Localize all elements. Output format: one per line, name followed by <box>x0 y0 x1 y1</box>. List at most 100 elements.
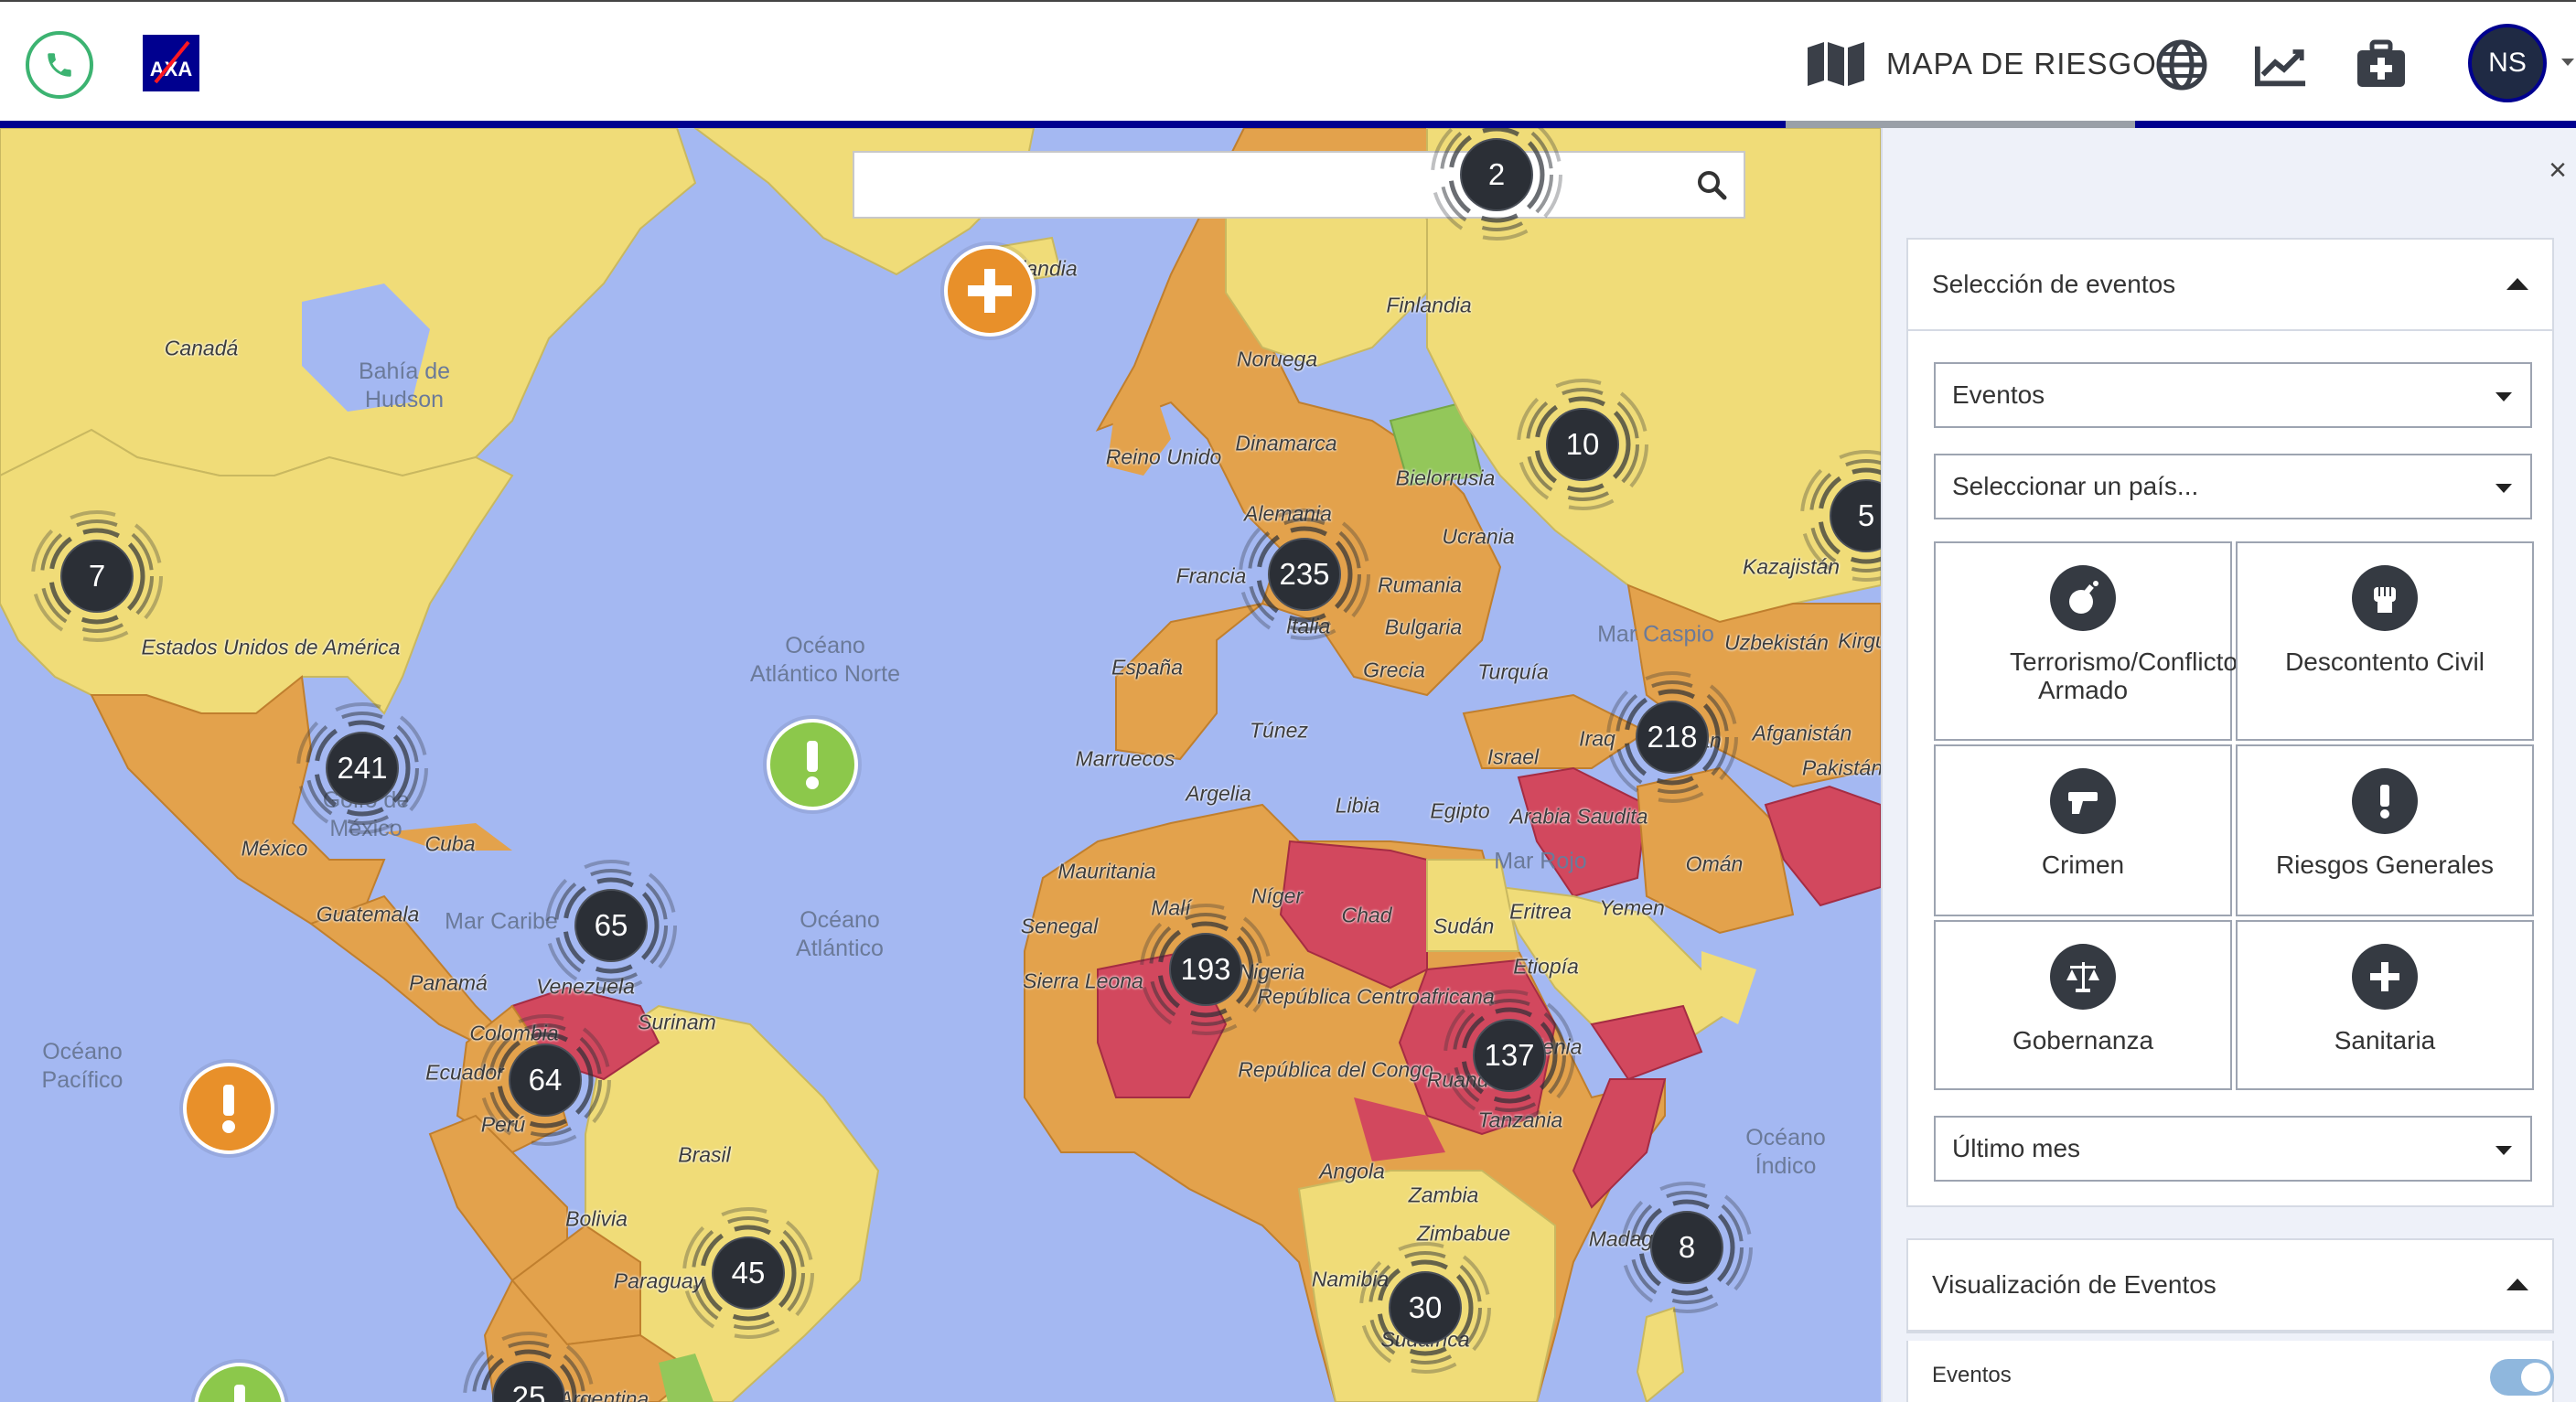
map-icon <box>1808 42 1864 86</box>
map-label: Pakistán <box>1801 755 1881 780</box>
risk-map-nav[interactable]: MAPA DE RIESGO <box>1806 38 2157 90</box>
period-dropdown[interactable]: Último mes <box>1934 1116 2532 1182</box>
map-label: Rumania <box>1377 573 1463 597</box>
search-icon[interactable] <box>1696 169 1727 200</box>
events-toggle-row: Eventos <box>1906 1341 2554 1402</box>
map-label: Italia <box>1285 614 1331 638</box>
header-accent-line <box>0 121 2576 128</box>
category-crime[interactable]: Crimen <box>1934 744 2232 916</box>
search-input[interactable] <box>854 153 1678 217</box>
map-label: Ecuador <box>425 1060 504 1085</box>
health-event-marker[interactable] <box>944 245 1036 337</box>
cluster-count: 10 <box>1546 408 1619 481</box>
chevron-down-icon <box>2496 484 2512 493</box>
scales-icon <box>2050 944 2116 1010</box>
chevron-up-icon[interactable] <box>2506 1279 2528 1290</box>
period-dropdown-value: Último mes <box>1952 1134 2081 1162</box>
phone-button[interactable] <box>26 31 93 99</box>
map-label: Nigeria <box>1238 959 1305 984</box>
toggle-knob <box>2521 1363 2550 1392</box>
general-risk-marker[interactable] <box>183 1063 274 1154</box>
water-label: Océano Índico <box>1745 1125 1826 1179</box>
map-label: Dinamarca <box>1235 431 1337 455</box>
map-label: Perú <box>480 1112 526 1137</box>
category-health[interactable]: Sanitaria <box>2236 920 2534 1090</box>
water-label: Océano Pacífico <box>41 1039 123 1093</box>
category-terrorism[interactable]: Terrorismo/Conflicto Armado <box>1934 541 2238 741</box>
map-label: Surinam <box>638 1010 716 1034</box>
map-label: Ucrania <box>1442 524 1515 549</box>
events-toggle[interactable] <box>2490 1359 2554 1396</box>
avatar-initials: NS <box>2488 48 2527 78</box>
water-label: Océano Atlántico <box>796 907 884 961</box>
category-label: Sanitaria <box>2334 1026 2436 1054</box>
events-toggle-label: Eventos <box>1932 1363 2012 1387</box>
water-label: Océano Atlántico Norte <box>750 633 900 687</box>
user-avatar[interactable]: NS <box>2468 24 2547 102</box>
map-label: Francia <box>1175 563 1247 588</box>
map-label: Senegal <box>1020 914 1099 938</box>
event-selection-title: Selección de eventos <box>1932 270 2176 298</box>
map-label: Bolivia <box>565 1206 628 1231</box>
map-label: Túnez <box>1250 718 1308 743</box>
map-label: Colombia <box>469 1021 559 1045</box>
map-search[interactable] <box>853 151 1745 219</box>
cluster-count: 137 <box>1473 1019 1546 1092</box>
map-label: República del Congo <box>1238 1057 1433 1082</box>
map-label: Kirgu <box>1838 628 1881 653</box>
category-label: Riesgos Generales <box>2275 851 2495 879</box>
events-dropdown-value: Eventos <box>1952 380 2045 409</box>
analytics-nav[interactable] <box>2254 38 2307 91</box>
event-selection-header[interactable]: Selección de eventos <box>1908 240 2552 331</box>
country-dropdown[interactable]: Seleccionar un país... <box>1934 454 2532 519</box>
map-label: Tanzania <box>1477 1108 1563 1132</box>
visualization-header[interactable]: Visualización de Eventos <box>1908 1240 2552 1332</box>
map-label: Eritrea <box>1509 899 1572 924</box>
map-label: Uzbekistán <box>1724 630 1829 655</box>
visualization-section: Visualización de Eventos <box>1906 1238 2554 1333</box>
chevron-down-icon[interactable] <box>2561 59 2574 66</box>
category-civil-unrest[interactable]: Descontento Civil <box>2236 541 2534 741</box>
map-label: Malí <box>1151 895 1191 920</box>
cluster-count: 7 <box>60 540 134 613</box>
map-label: Guatemala <box>316 902 420 926</box>
map-label: Namibia <box>1311 1267 1390 1291</box>
health-nav[interactable] <box>2355 38 2408 91</box>
map-label: Marruecos <box>1075 746 1175 771</box>
globe-icon <box>2156 39 2207 91</box>
category-governance[interactable]: Gobernanza <box>1934 920 2232 1090</box>
category-label: Crimen <box>2041 851 2125 879</box>
map-label: Níger <box>1250 883 1304 908</box>
first-aid-kit-icon <box>2357 39 2405 87</box>
map-label: Angola <box>1319 1159 1385 1183</box>
map-label: Panamá <box>409 970 488 995</box>
cluster-count: 30 <box>1389 1271 1462 1344</box>
bomb-icon <box>2050 565 2116 631</box>
cluster-count: 65 <box>574 889 648 962</box>
water-label: Mar Caspio <box>1597 621 1714 647</box>
category-label: Gobernanza <box>2012 1026 2154 1054</box>
category-general-risks[interactable]: Riesgos Generales <box>2236 744 2534 916</box>
map-label: Brasil <box>678 1142 731 1167</box>
event-selection-section: Selección de eventos Eventos Seleccionar… <box>1906 238 2554 1207</box>
globe-nav[interactable] <box>2155 38 2208 91</box>
map-label: Argentina <box>558 1386 649 1402</box>
axa-logo[interactable]: AXA <box>143 35 199 91</box>
events-dropdown[interactable]: Eventos <box>1934 362 2532 428</box>
map-label: Omán <box>1685 851 1744 876</box>
gun-icon <box>2050 768 2116 834</box>
chevron-up-icon[interactable] <box>2506 278 2528 290</box>
map-label: Canadá <box>164 336 239 360</box>
chevron-down-icon <box>2496 392 2512 401</box>
general-risk-marker[interactable] <box>767 719 858 810</box>
map-label: Grecia <box>1363 658 1425 682</box>
close-icon[interactable]: × <box>2541 154 2574 187</box>
map-label: Sudán <box>1433 914 1495 938</box>
country-syria-iraq <box>1517 766 1648 898</box>
top-bar: AXA MAPA DE RIESGO NS <box>0 0 2576 121</box>
map-label: Paraguay <box>613 1268 704 1293</box>
map-label: Noruega <box>1236 347 1318 371</box>
map-label: Libia <box>1335 793 1380 818</box>
map-label: Zimbabue <box>1416 1221 1511 1246</box>
risk-map[interactable]: Canadá Estados Unidos de América México … <box>0 128 1881 1402</box>
